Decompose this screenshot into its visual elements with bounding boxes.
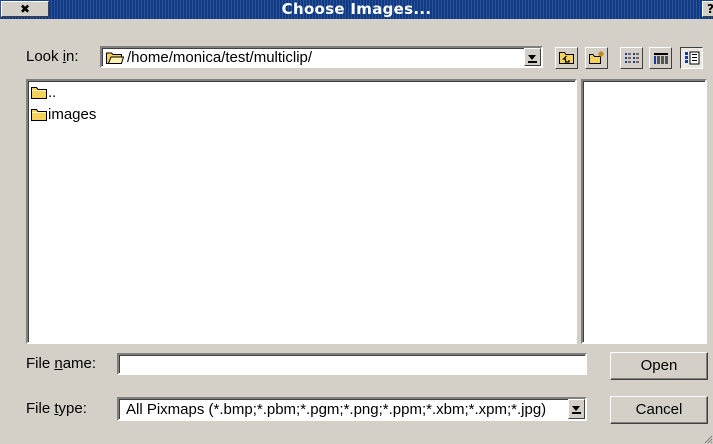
filetype-combo[interactable]: All Pixmaps (*.bmp;*.pbm;*.pgm;*.png;*.p… bbox=[117, 397, 587, 421]
choose-images-dialog: ✖ Choose Images... ? Look in: /home/moni… bbox=[0, 0, 713, 444]
filename-label: File name: bbox=[26, 355, 97, 372]
new-folder-icon bbox=[589, 51, 604, 64]
filetype-value: All Pixmaps (*.bmp;*.pbm;*.pgm;*.png;*.p… bbox=[126, 401, 547, 418]
detail-view-icon bbox=[654, 53, 668, 64]
lookin-combo[interactable]: /home/monica/test/multiclip/ bbox=[100, 46, 543, 68]
folder-icon bbox=[31, 109, 47, 121]
filename-input[interactable] bbox=[117, 353, 587, 375]
file-name: images bbox=[48, 106, 97, 123]
window-title: Choose Images... bbox=[281, 0, 432, 18]
preview-toggle-button[interactable] bbox=[680, 47, 703, 69]
list-view-icon bbox=[625, 53, 639, 63]
file-list[interactable]: .. images bbox=[26, 79, 577, 344]
lookin-dropdown-button[interactable] bbox=[524, 48, 541, 66]
lookin-path: /home/monica/test/multiclip/ bbox=[127, 49, 313, 66]
list-view-button[interactable] bbox=[620, 47, 643, 69]
preview-icon bbox=[685, 51, 700, 65]
chevron-down-icon bbox=[572, 406, 580, 411]
help-button[interactable]: ? bbox=[702, 1, 713, 17]
new-folder-button[interactable] bbox=[585, 47, 608, 69]
filetype-dropdown-button[interactable] bbox=[568, 399, 585, 419]
detail-view-button[interactable] bbox=[649, 47, 672, 69]
help-icon: ? bbox=[707, 2, 713, 16]
chevron-down-icon bbox=[528, 55, 536, 60]
open-button[interactable]: Open bbox=[610, 352, 708, 380]
preview-pane bbox=[581, 79, 707, 344]
lookin-label: Look in: bbox=[26, 48, 79, 65]
open-folder-icon bbox=[106, 52, 124, 64]
parent-directory-button[interactable] bbox=[555, 47, 578, 69]
cancel-button[interactable]: Cancel bbox=[610, 396, 708, 424]
title-bar[interactable]: ✖ Choose Images... ? bbox=[0, 0, 713, 19]
file-name: .. bbox=[48, 84, 57, 101]
filetype-label: File type: bbox=[26, 400, 87, 417]
resize-grip-icon[interactable] bbox=[703, 434, 713, 444]
folder-icon bbox=[31, 87, 47, 99]
folder-up-icon bbox=[559, 52, 574, 64]
